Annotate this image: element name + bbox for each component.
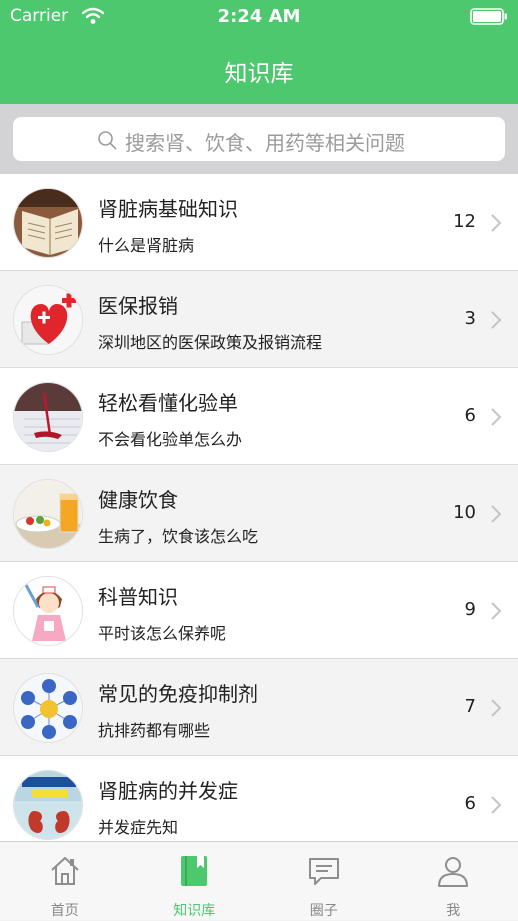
item-subtitle: 什么是肾脏病 — [98, 232, 194, 256]
item-subtitle: 生病了，饮食该怎么吃 — [98, 523, 258, 547]
lab-test-image — [13, 382, 83, 452]
home-icon — [48, 854, 82, 888]
tab-home[interactable]: 首页 — [0, 842, 130, 921]
item-title: 肾脏病基础知识 — [98, 193, 238, 222]
item-count: 12 — [453, 211, 476, 232]
knowledge-list: 肾脏病基础知识 什么是肾脏病 12 医保报销 深圳地区的医保政策及报销流程 3 — [0, 174, 518, 841]
search-input[interactable]: 搜索肾、饮食、用药等相关问题 — [13, 117, 505, 161]
tab-label: 圈子 — [259, 900, 389, 920]
item-subtitle: 抗排药都有哪些 — [98, 717, 210, 741]
list-item[interactable]: 肾脏病基础知识 什么是肾脏病 12 — [0, 174, 518, 271]
nurse-image — [13, 576, 83, 646]
item-title: 医保报销 — [98, 290, 178, 319]
list-item[interactable]: 医保报销 深圳地区的医保政策及报销流程 3 — [0, 271, 518, 368]
book-image — [13, 188, 83, 258]
item-count: 9 — [465, 599, 476, 620]
item-title: 健康饮食 — [98, 484, 178, 513]
item-subtitle: 并发症先知 — [98, 814, 178, 838]
chevron-right-icon — [490, 601, 502, 621]
item-count: 10 — [453, 502, 476, 523]
chevron-right-icon — [490, 698, 502, 718]
person-icon — [436, 854, 470, 888]
status-time: 2:24 AM — [0, 6, 518, 27]
tab-label: 知识库 — [130, 900, 260, 920]
item-title: 轻松看懂化验单 — [98, 387, 238, 416]
list-item[interactable]: 科普知识 平时该怎么保养呢 9 — [0, 562, 518, 659]
status-bar: Carrier 2:24 AM — [0, 0, 518, 34]
item-title: 肾脏病的并发症 — [98, 775, 238, 804]
item-title: 科普知识 — [98, 581, 178, 610]
chevron-right-icon — [490, 504, 502, 524]
list-item[interactable]: 肾脏病的并发症 并发症先知 6 — [0, 756, 518, 841]
chevron-right-icon — [490, 407, 502, 427]
chat-bubble-icon — [307, 854, 341, 888]
search-placeholder: 搜索肾、饮食、用药等相关问题 — [125, 127, 405, 156]
tab-bar: 首页 知识库 圈子 我 — [0, 841, 518, 920]
bookmark-book-icon — [177, 854, 211, 888]
tab-knowledge[interactable]: 知识库 — [130, 842, 260, 921]
tab-label: 首页 — [0, 900, 130, 920]
item-subtitle: 深圳地区的医保政策及报销流程 — [98, 329, 322, 353]
diagram-image — [13, 673, 83, 743]
tab-label: 我 — [389, 900, 518, 920]
list-item[interactable]: 常见的免疫抑制剂 抗排药都有哪些 7 — [0, 659, 518, 756]
search-bar: 搜索肾、饮食、用药等相关问题 — [0, 104, 518, 174]
chevron-right-icon — [490, 310, 502, 330]
item-title: 常见的免疫抑制剂 — [98, 678, 258, 707]
battery-icon — [470, 8, 508, 25]
item-count: 7 — [465, 696, 476, 717]
item-count: 3 — [465, 308, 476, 329]
healthy-food-image — [13, 479, 83, 549]
chevron-right-icon — [490, 795, 502, 815]
medical-heart-image — [13, 285, 83, 355]
item-count: 6 — [465, 405, 476, 426]
item-subtitle: 不会看化验单怎么办 — [98, 426, 242, 450]
chevron-right-icon — [490, 213, 502, 233]
list-item[interactable]: 健康饮食 生病了，饮食该怎么吃 10 — [0, 465, 518, 562]
tab-circle[interactable]: 圈子 — [259, 842, 389, 921]
search-icon — [97, 130, 117, 150]
item-count: 6 — [465, 793, 476, 814]
page-title: 知识库 — [0, 54, 518, 88]
tab-me[interactable]: 我 — [389, 842, 518, 921]
item-subtitle: 平时该怎么保养呢 — [98, 620, 226, 644]
kidney-book-image — [13, 770, 83, 840]
list-item[interactable]: 轻松看懂化验单 不会看化验单怎么办 6 — [0, 368, 518, 465]
header: Carrier 2:24 AM 知识库 — [0, 0, 518, 104]
